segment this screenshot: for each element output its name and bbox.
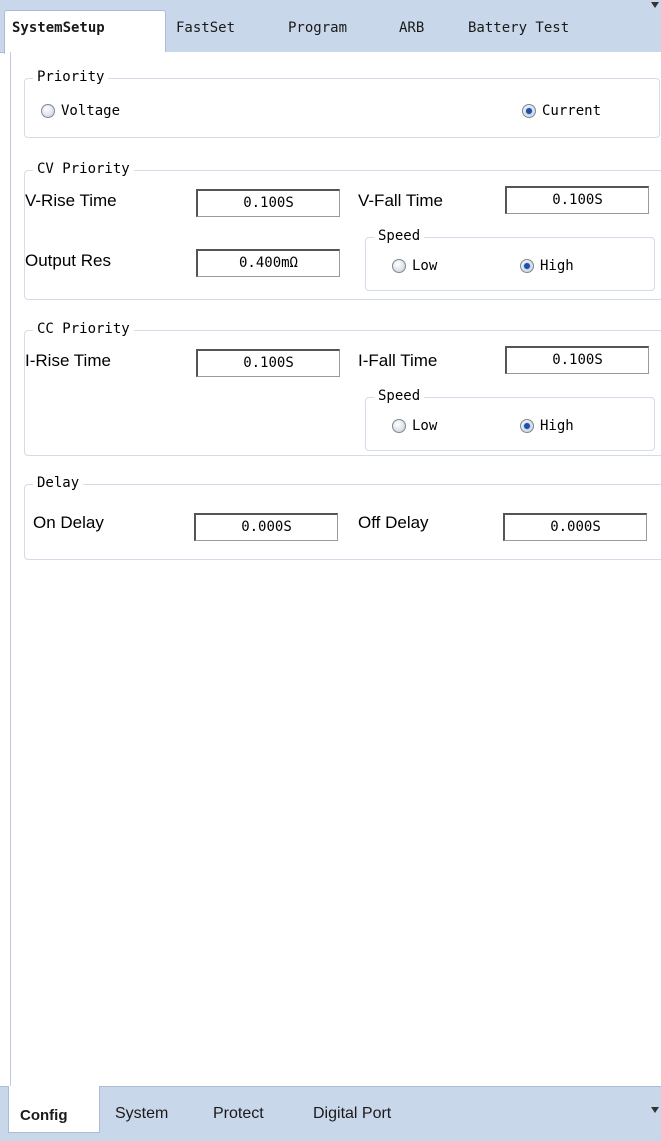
config-panel: Priority Voltage Current CV Priority V-R… (10, 52, 661, 1086)
tab-overflow-arrow-icon[interactable] (651, 2, 659, 8)
cv-priority-group: CV Priority V-Rise Time 0.100S V-Fall Ti… (24, 161, 661, 300)
cv-speed-low-radio[interactable]: Low (392, 258, 437, 274)
tab-program[interactable]: Program (288, 20, 347, 36)
priority-voltage-label: Voltage (61, 103, 121, 119)
v-fall-time-label: V-Fall Time (358, 191, 444, 210)
priority-group: Priority Voltage Current (24, 69, 660, 138)
i-fall-time-label: I-Fall Time (358, 351, 438, 370)
priority-group-title: Priority (33, 69, 109, 85)
cv-priority-group-title: CV Priority (33, 161, 134, 177)
radio-checked-icon (520, 259, 534, 273)
cc-speed-low-radio[interactable]: Low (392, 418, 437, 434)
cv-speed-high-radio[interactable]: High (520, 258, 574, 274)
cc-speed-high-label: High (540, 418, 574, 434)
output-res-field[interactable]: 0.400mΩ (196, 249, 340, 277)
tab-fast-set[interactable]: FastSet (176, 20, 235, 36)
priority-current-label: Current (542, 103, 602, 119)
tab-battery-test[interactable]: Battery Test (468, 20, 569, 36)
on-delay-field[interactable]: 0.000S (194, 513, 338, 541)
radio-checked-icon (522, 104, 536, 118)
tab-protect[interactable]: Protect (213, 1105, 264, 1123)
v-rise-time-field[interactable]: 0.100S (196, 189, 340, 217)
cc-priority-group-title: CC Priority (33, 321, 134, 337)
cc-speed-group-title: Speed (374, 388, 425, 404)
cv-speed-group-title: Speed (374, 228, 425, 244)
tab-system-setup[interactable]: SystemSetup (12, 20, 105, 36)
radio-unchecked-icon (41, 104, 55, 118)
v-fall-time-field[interactable]: 0.100S (505, 186, 649, 214)
off-delay-label: Off Delay (358, 513, 429, 532)
output-res-label: Output Res (25, 251, 111, 270)
cv-speed-group: Speed Low High (365, 228, 655, 291)
radio-unchecked-icon (392, 259, 406, 273)
cc-speed-low-label: Low (412, 418, 438, 434)
bottom-tab-bar: Config System Protect Digital Port (0, 1086, 661, 1141)
i-rise-time-label: I-Rise Time (25, 351, 111, 370)
cc-speed-high-radio[interactable]: High (520, 418, 574, 434)
priority-voltage-radio[interactable]: Voltage (41, 103, 120, 119)
tab-overflow-arrow-icon[interactable] (651, 1107, 659, 1113)
tab-digital-port[interactable]: Digital Port (313, 1105, 391, 1123)
priority-current-radio[interactable]: Current (522, 103, 601, 119)
v-rise-time-label: V-Rise Time (25, 191, 117, 210)
top-tab-bar: SystemSetup FastSet Program ARB Battery … (0, 0, 661, 54)
cv-speed-low-label: Low (412, 258, 438, 274)
on-delay-label: On Delay (33, 513, 104, 532)
cv-speed-high-label: High (540, 258, 574, 274)
radio-checked-icon (520, 419, 534, 433)
tab-config[interactable]: Config (20, 1107, 67, 1124)
delay-group-title: Delay (33, 475, 84, 491)
i-rise-time-field[interactable]: 0.100S (196, 349, 340, 377)
delay-group: Delay On Delay 0.000S Off Delay 0.000S (24, 475, 661, 560)
off-delay-field[interactable]: 0.000S (503, 513, 647, 541)
tab-system[interactable]: System (115, 1105, 168, 1123)
tab-arb[interactable]: ARB (399, 20, 424, 36)
cc-speed-group: Speed Low High (365, 388, 655, 451)
cc-priority-group: CC Priority I-Rise Time 0.100S I-Fall Ti… (24, 321, 661, 456)
radio-unchecked-icon (392, 419, 406, 433)
i-fall-time-field[interactable]: 0.100S (505, 346, 649, 374)
